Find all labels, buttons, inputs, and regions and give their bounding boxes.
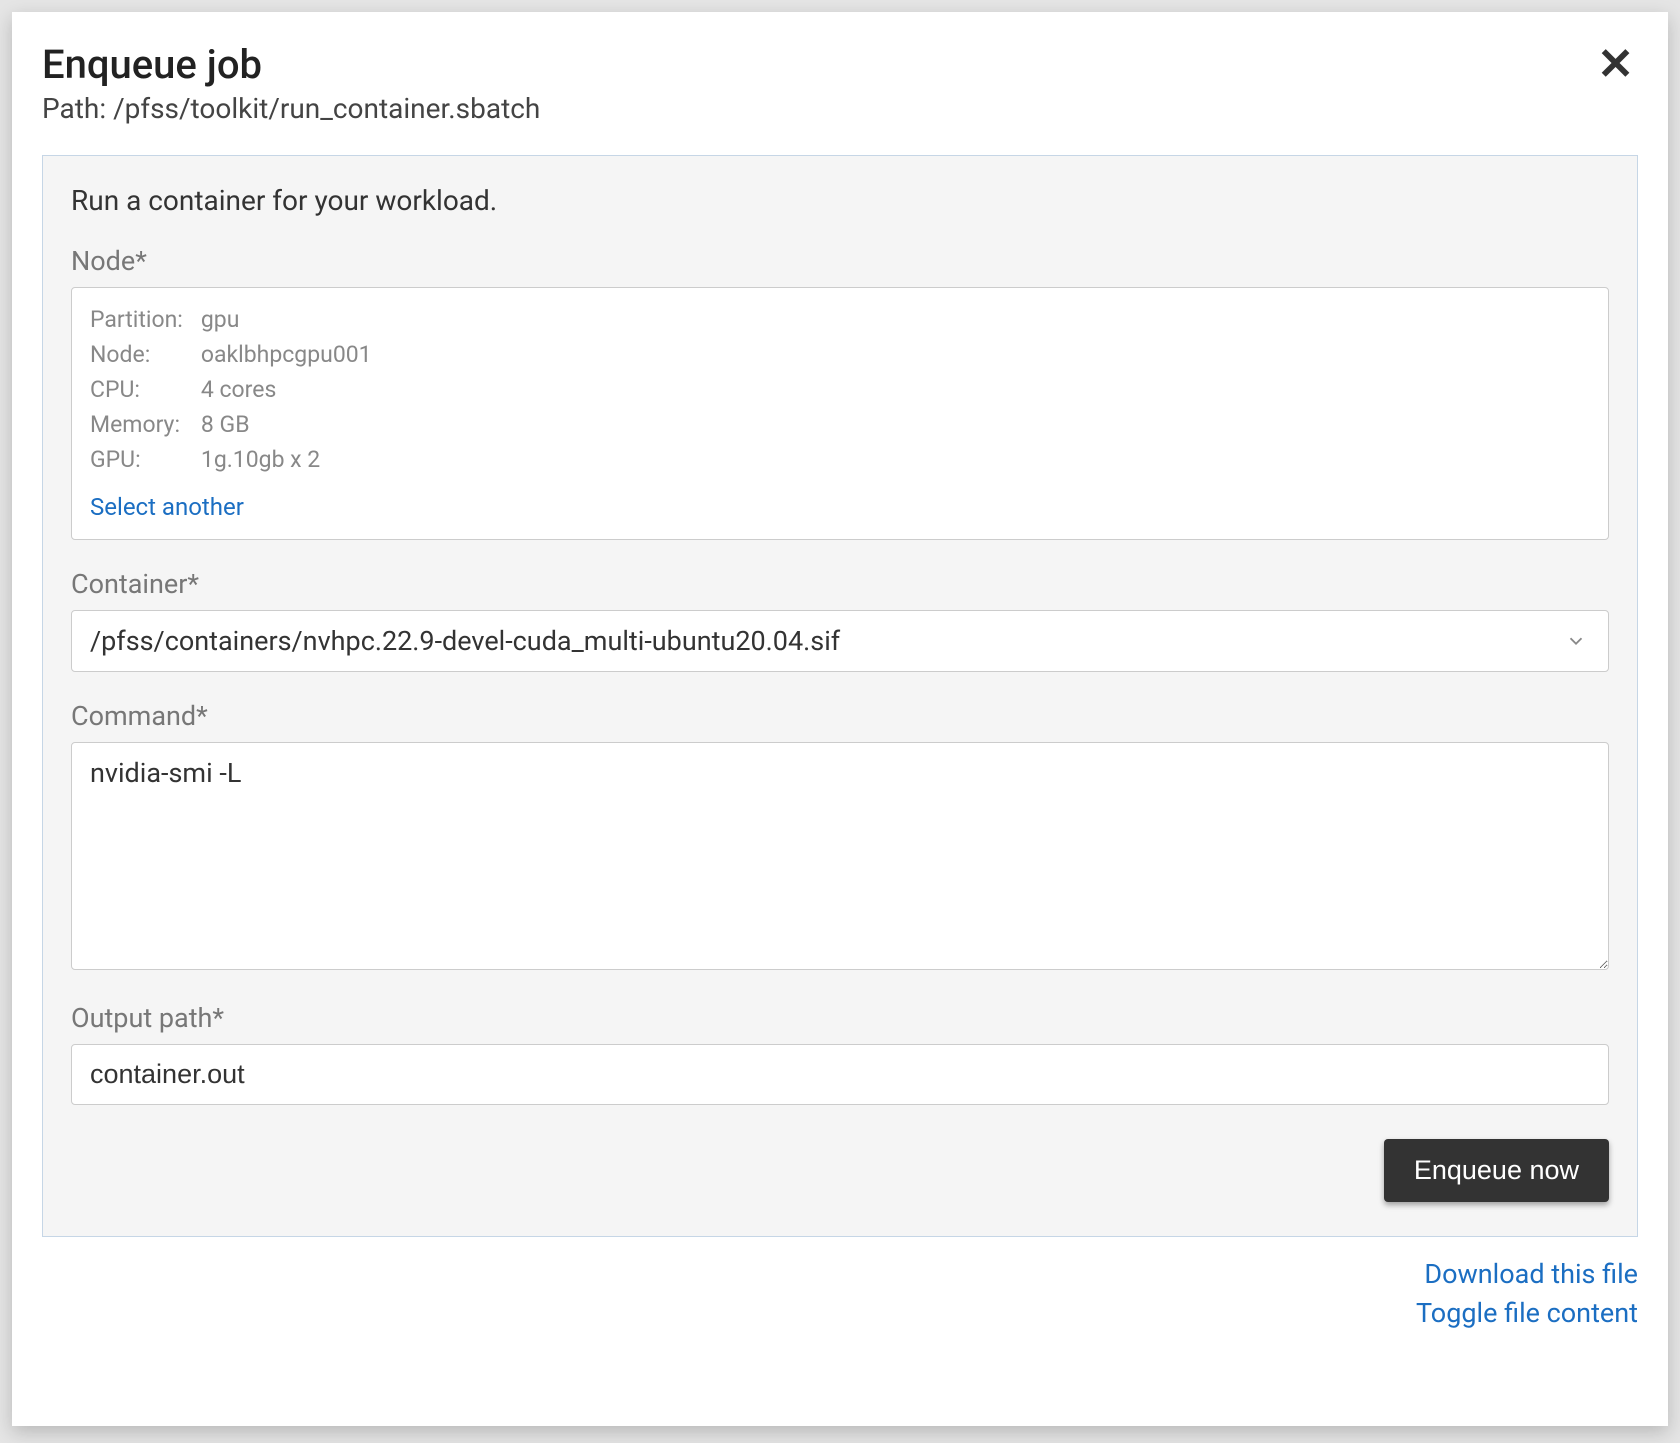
modal-path-value: /pfss/toolkit/run_container.sbatch — [113, 92, 540, 125]
select-another-node-link[interactable]: Select another — [90, 493, 244, 521]
node-summary-box: Partition: gpu Node: oaklbhpcgpu001 CPU:… — [71, 287, 1609, 540]
node-cpu-key: CPU: — [90, 372, 201, 407]
node-cpu-value: 4 cores — [201, 372, 382, 407]
footer-links: Download this file Toggle file content — [42, 1255, 1638, 1333]
node-gpu-value: 1g.10gb x 2 — [201, 442, 382, 477]
table-row: Memory: 8 GB — [90, 407, 382, 442]
node-node-value: oaklbhpcgpu001 — [201, 337, 382, 372]
modal-header: Enqueue job Path: /pfss/toolkit/run_cont… — [42, 42, 1638, 125]
modal-title: Enqueue job — [42, 42, 540, 88]
enqueue-job-modal: Enqueue job Path: /pfss/toolkit/run_cont… — [12, 12, 1668, 1426]
node-kv-table: Partition: gpu Node: oaklbhpcgpu001 CPU:… — [90, 302, 382, 477]
enqueue-now-button[interactable]: Enqueue now — [1384, 1139, 1609, 1202]
toggle-file-content-link[interactable]: Toggle file content — [42, 1294, 1638, 1333]
form-panel: Run a container for your workload. Node*… — [42, 155, 1638, 1237]
command-label: Command* — [71, 700, 1609, 732]
container-label: Container* — [71, 568, 1609, 600]
output-path-input[interactable] — [71, 1044, 1609, 1105]
modal-path-prefix: Path: — [42, 92, 113, 125]
container-select-wrap: /pfss/containers/nvhpc.22.9-devel-cuda_m… — [71, 610, 1609, 672]
command-textarea[interactable] — [71, 742, 1609, 970]
download-file-link[interactable]: Download this file — [42, 1255, 1638, 1294]
panel-description: Run a container for your workload. — [71, 184, 1609, 217]
node-partition-key: Partition: — [90, 302, 201, 337]
node-node-key: Node: — [90, 337, 201, 372]
table-row: CPU: 4 cores — [90, 372, 382, 407]
modal-path: Path: /pfss/toolkit/run_container.sbatch — [42, 92, 540, 125]
node-gpu-key: GPU: — [90, 442, 201, 477]
table-row: Node: oaklbhpcgpu001 — [90, 337, 382, 372]
node-label: Node* — [71, 245, 1609, 277]
output-path-label: Output path* — [71, 1002, 1609, 1034]
node-memory-value: 8 GB — [201, 407, 382, 442]
modal-heading-block: Enqueue job Path: /pfss/toolkit/run_cont… — [42, 42, 540, 125]
table-row: Partition: gpu — [90, 302, 382, 337]
node-memory-key: Memory: — [90, 407, 201, 442]
actions-row: Enqueue now — [71, 1139, 1609, 1202]
container-select[interactable]: /pfss/containers/nvhpc.22.9-devel-cuda_m… — [71, 610, 1609, 672]
node-partition-value: gpu — [201, 302, 382, 337]
close-icon[interactable]: ✕ — [1593, 42, 1638, 86]
table-row: GPU: 1g.10gb x 2 — [90, 442, 382, 477]
